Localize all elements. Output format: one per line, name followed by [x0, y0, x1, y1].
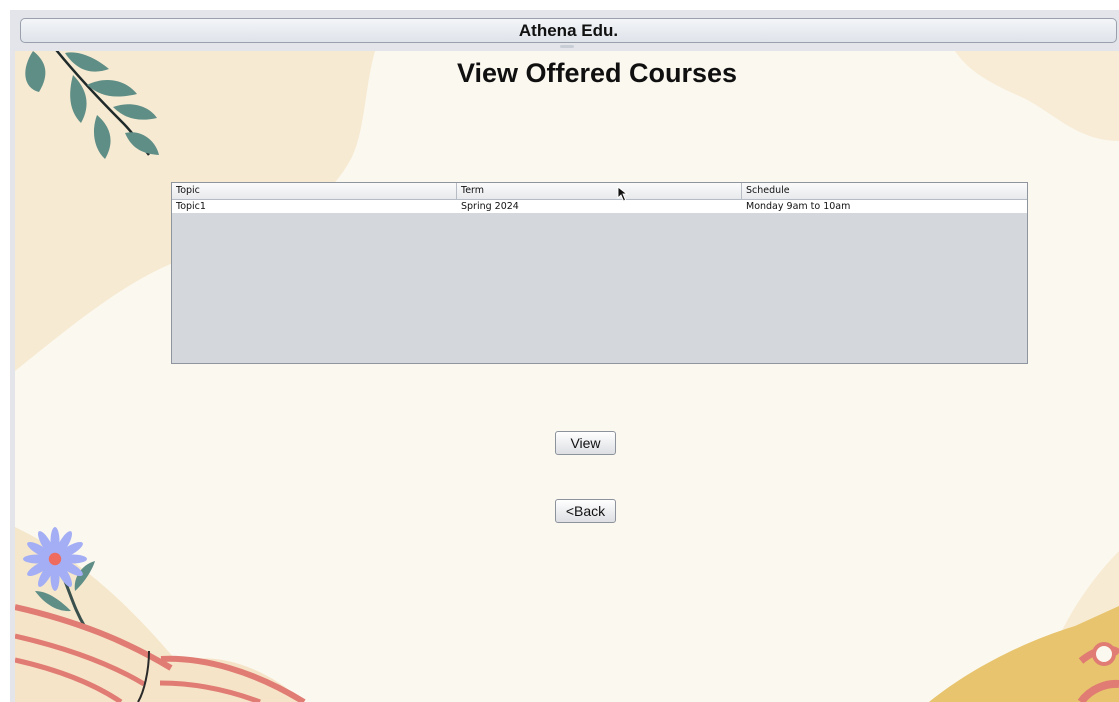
main-content-panel: View Offered Courses Topic Term Schedule…: [15, 51, 1119, 702]
mouse-pointer-icon: [617, 186, 629, 202]
column-header-schedule[interactable]: Schedule: [742, 183, 1027, 199]
table-row[interactable]: Topic1 Spring 2024 Monday 9am to 10am: [172, 200, 1027, 213]
table-cell-schedule[interactable]: Monday 9am to 10am: [742, 200, 1027, 213]
window-title-bar[interactable]: Athena Edu.: [20, 18, 1117, 43]
table-header: Topic Term Schedule: [172, 183, 1027, 200]
background-illustration: [15, 51, 1119, 702]
yellow-book-icon: [929, 606, 1119, 702]
column-header-topic[interactable]: Topic: [172, 183, 457, 199]
window-title: Athena Edu.: [518, 20, 619, 40]
table-cell-topic[interactable]: Topic1: [172, 200, 457, 213]
back-button[interactable]: <Back: [555, 499, 616, 523]
table-cell-term[interactable]: Spring 2024: [457, 200, 742, 213]
courses-table[interactable]: Topic Term Schedule Topic1 Spring 2024 M…: [171, 182, 1028, 364]
column-header-term[interactable]: Term: [457, 183, 742, 199]
view-button[interactable]: View: [555, 431, 616, 455]
title-bar-grip: [560, 45, 574, 48]
app-window: Athena Edu. View Offered Courses Topic T…: [10, 10, 1119, 702]
page-title: View Offered Courses: [456, 58, 738, 88]
